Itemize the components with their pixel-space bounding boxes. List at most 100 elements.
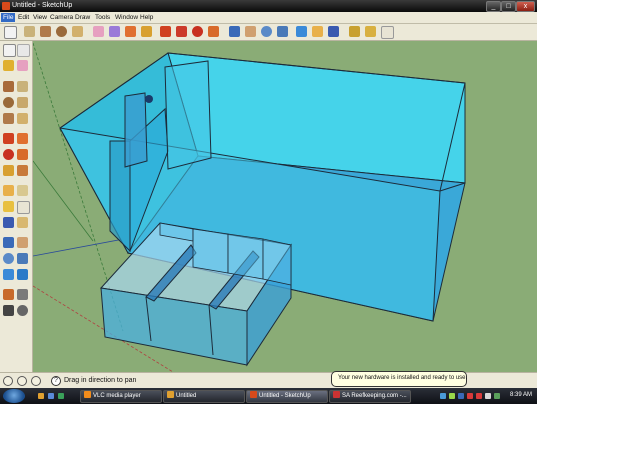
model-canvas[interactable]: [33, 41, 537, 372]
tape-measure-icon[interactable]: [3, 185, 14, 196]
hardware-icon[interactable]: [458, 393, 464, 399]
close-button[interactable]: x: [516, 1, 535, 12]
move-icon[interactable]: [3, 133, 14, 144]
share-model-icon[interactable]: [381, 26, 394, 39]
dimension-icon[interactable]: [17, 185, 28, 196]
credits-icon[interactable]: [17, 376, 27, 386]
offset-icon[interactable]: [17, 165, 28, 176]
rotate-icon[interactable]: [3, 149, 14, 160]
pan-icon[interactable]: [245, 26, 256, 37]
drain-hole: [145, 95, 153, 103]
offset-icon[interactable]: [208, 26, 219, 37]
paint-bucket-icon[interactable]: [109, 26, 120, 37]
window-icon: [167, 391, 174, 398]
move-icon[interactable]: [141, 26, 152, 37]
clock[interactable]: 8:39 AM: [510, 392, 532, 398]
start-button[interactable]: [3, 389, 25, 403]
axes-icon[interactable]: [3, 217, 14, 228]
polygon-icon[interactable]: [3, 113, 14, 124]
warehouse-icon[interactable]: [365, 26, 376, 37]
move-tool-icon[interactable]: [176, 26, 187, 37]
select-icon[interactable]: [4, 26, 17, 39]
tray-icon[interactable]: [476, 393, 482, 399]
geo-location-icon[interactable]: [3, 376, 13, 386]
rectangle-icon[interactable]: [40, 26, 51, 37]
menu-tools[interactable]: Tools: [93, 13, 112, 22]
tray-icon[interactable]: [467, 393, 473, 399]
task-vlc[interactable]: VLC media player: [80, 390, 162, 403]
menu-window[interactable]: Window: [113, 13, 140, 22]
network-icon[interactable]: [494, 393, 500, 399]
zoom-extents-icon[interactable]: [296, 26, 307, 37]
task-untitled[interactable]: Untitled: [163, 390, 245, 403]
arc-icon[interactable]: [17, 97, 28, 108]
notification-text: Your new hardware is installed and ready…: [338, 375, 468, 381]
maximize-button[interactable]: □: [501, 1, 516, 12]
arc-icon[interactable]: [72, 26, 83, 37]
zoom-icon[interactable]: [261, 26, 272, 37]
quick-launch-icon[interactable]: [38, 393, 44, 399]
zoom-icon[interactable]: [3, 253, 14, 264]
circle-icon[interactable]: [3, 97, 14, 108]
menu-draw[interactable]: Draw: [73, 13, 92, 22]
eraser-icon[interactable]: [17, 60, 28, 71]
menu-camera[interactable]: Camera: [48, 13, 75, 22]
taskbar: VLC media player Untitled Untitled - Ske…: [0, 388, 537, 404]
axes-icon[interactable]: [328, 26, 339, 37]
rotate-icon[interactable]: [192, 26, 203, 37]
push-pull-icon[interactable]: [125, 26, 136, 37]
walk-icon[interactable]: [3, 305, 14, 316]
component-icon[interactable]: [349, 26, 360, 37]
look-around-icon[interactable]: [17, 289, 28, 300]
notification-balloon[interactable]: Your new hardware is installed and ready…: [331, 371, 467, 387]
make-component-icon[interactable]: [17, 44, 30, 57]
volume-icon[interactable]: [485, 393, 491, 399]
quick-launch-icon[interactable]: [48, 393, 54, 399]
drawing-viewport[interactable]: [33, 41, 537, 372]
sump-chamber: [262, 238, 292, 286]
tape-measure-icon[interactable]: [312, 26, 323, 37]
previous-view-icon[interactable]: [3, 269, 14, 280]
menu-help[interactable]: Help: [138, 13, 155, 22]
browser-icon: [333, 391, 340, 398]
3d-text-icon[interactable]: [17, 217, 28, 228]
zoom-window-icon[interactable]: [277, 26, 288, 37]
follow-me-icon[interactable]: [17, 149, 28, 160]
quick-launch-icon[interactable]: [58, 393, 64, 399]
eraser-icon[interactable]: [93, 26, 104, 37]
sump-chamber: [227, 233, 264, 280]
follow-me-icon[interactable]: [160, 26, 171, 37]
position-camera-icon[interactable]: [3, 289, 14, 300]
orbit-icon[interactable]: [3, 237, 14, 248]
push-pull-icon[interactable]: [17, 133, 28, 144]
user-icon[interactable]: [31, 376, 41, 386]
line-icon[interactable]: [17, 81, 28, 92]
scale-icon[interactable]: [3, 165, 14, 176]
rectangle-icon[interactable]: [3, 81, 14, 92]
section-plane-icon[interactable]: [17, 305, 28, 316]
minimize-button[interactable]: _: [486, 1, 501, 12]
paint-bucket-icon[interactable]: [3, 60, 14, 71]
tray-icon[interactable]: [449, 393, 455, 399]
task-label: Untitled: [176, 393, 197, 399]
menu-bar: File Edit View Camera Draw Tools Window …: [0, 12, 537, 24]
orbit-icon[interactable]: [229, 26, 240, 37]
pencil-icon[interactable]: [24, 26, 35, 37]
zoom-window-icon[interactable]: [17, 253, 28, 264]
zoom-extents-icon[interactable]: [17, 269, 28, 280]
circle-icon[interactable]: [56, 26, 67, 37]
select-icon[interactable]: [3, 44, 16, 57]
text-icon[interactable]: [17, 201, 30, 214]
tray-icon[interactable]: [440, 393, 446, 399]
menu-edit[interactable]: Edit: [16, 13, 31, 22]
sump-chamber: [192, 228, 229, 274]
window-title: Untitled - SketchUp: [12, 2, 73, 9]
task-browser[interactable]: SA Reefkeeping.com -...: [329, 390, 411, 403]
help-icon[interactable]: ?: [51, 376, 61, 386]
freehand-icon[interactable]: [17, 113, 28, 124]
task-sketchup[interactable]: Untitled - SketchUp: [246, 390, 328, 403]
menu-view[interactable]: View: [31, 13, 49, 22]
menu-file[interactable]: File: [1, 13, 16, 22]
protractor-icon[interactable]: [3, 201, 14, 212]
pan-icon[interactable]: [17, 237, 28, 248]
